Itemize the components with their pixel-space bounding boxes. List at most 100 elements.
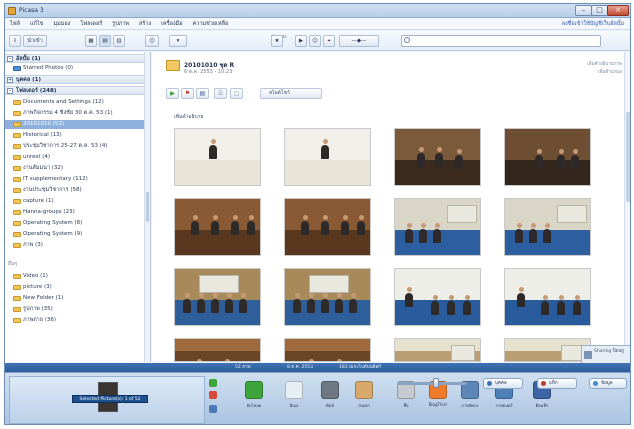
print-button[interactable]: พิมพ์	[317, 381, 343, 409]
import-icon[interactable]: ⇩	[9, 35, 21, 47]
folder-item[interactable]: IT supplementary (112)	[5, 175, 145, 184]
menu-view[interactable]: มุมมอง	[48, 19, 75, 30]
photo-thumbnail[interactable]	[174, 268, 261, 326]
folder-item[interactable]: ภาพถ่าย (36)	[5, 316, 145, 325]
photo-thumbnail[interactable]	[284, 338, 371, 362]
email-button[interactable]: อีเมล	[281, 381, 307, 409]
grid-view-icon[interactable]: ▤	[99, 35, 111, 47]
scrollbar-thumb[interactable]	[146, 192, 149, 222]
photo-thumbnail[interactable]	[504, 198, 591, 256]
slideshow-dropdown[interactable]: สไลด์โชว์	[260, 88, 322, 99]
add-caption-link[interactable]: เพิ่มคำอธิบายภาพ	[587, 60, 622, 67]
info-button[interactable]: ข้อมูล	[589, 378, 627, 389]
photo-thumbnail[interactable]	[504, 128, 591, 186]
menu-tools[interactable]: เครื่องมือ	[156, 19, 187, 30]
export-button[interactable]: ส่งออก	[351, 381, 377, 409]
signin-link[interactable]: ลงชื่อเข้าใช้บัญชีเว็บอัลบั้ม	[562, 19, 624, 30]
sharing-popup[interactable]: Sharing ปิดอยู่	[581, 345, 630, 365]
list-icon[interactable]: ☰	[214, 88, 227, 99]
scrollbar-thumb[interactable]	[626, 112, 630, 202]
folder-list-scrollbar[interactable]	[144, 52, 150, 362]
photo-thumbnail[interactable]	[174, 198, 261, 256]
date-filter-slider[interactable]: —◆—	[339, 35, 379, 47]
collage-button[interactable]: ภาพตัดปะ	[457, 381, 483, 409]
slider-knob[interactable]	[433, 378, 439, 388]
folder-item[interactable]: รูปภาพ (35)	[5, 305, 145, 314]
folder-icon	[13, 318, 21, 323]
expand-icon[interactable]: +	[7, 77, 13, 83]
photo-thumbnail[interactable]	[504, 338, 591, 362]
folder-item[interactable]: ประชุมวิชาการ 25-27 ต.ค. 53 (4)	[5, 142, 145, 151]
photo-scrollbar[interactable]	[624, 52, 630, 362]
photo-thumbnail[interactable]	[174, 128, 261, 186]
minimize-button[interactable]: –	[575, 5, 592, 16]
close-button[interactable]: ×	[607, 5, 629, 16]
folder-item[interactable]: Hanna-groups (23)	[5, 208, 145, 217]
collage-icon[interactable]: ▤	[196, 88, 209, 99]
folder-item[interactable]: picture (3)	[5, 283, 145, 292]
photo-thumbnail[interactable]	[174, 338, 261, 362]
clear-icon[interactable]	[209, 391, 217, 399]
geo-filter-icon[interactable]: ⌖	[323, 35, 335, 47]
menu-folder[interactable]: โฟลเดอร์	[75, 19, 107, 30]
status-date: 8 ต.ค. 2553	[287, 365, 313, 370]
people-group-header[interactable]: + บุคคล (1)	[5, 75, 145, 84]
folder-item-selected[interactable]: 20101010 (52)	[5, 120, 145, 129]
folder-item[interactable]: New Folder (1)	[5, 294, 145, 303]
shop-button[interactable]: ซื้อ	[393, 381, 419, 409]
tray-drop-area[interactable]: Selected Picture(s): 1 of 52	[9, 376, 205, 424]
album-item-starred[interactable]: Starred Photos (0)	[5, 64, 145, 73]
title-bar[interactable]: Picasa 3 – □ ×	[5, 4, 630, 18]
maximize-button[interactable]: □	[591, 5, 608, 16]
flag-icon[interactable]: ⚑	[181, 88, 194, 99]
photo-thumbnail[interactable]	[284, 128, 371, 186]
folder-item[interactable]: ภาพ (3)	[5, 241, 145, 250]
video-filter-icon[interactable]: ▶	[295, 35, 307, 47]
tag-button[interactable]: แท็ก	[537, 378, 577, 389]
frame-icon[interactable]: ▢	[230, 88, 243, 99]
photo-thumbnail[interactable]	[504, 268, 591, 326]
thumbnail-size-slider[interactable]	[397, 382, 467, 385]
star-filter-icon[interactable]: ★	[271, 35, 283, 47]
face-filter-icon[interactable]: ☺	[309, 35, 321, 47]
folder-item[interactable]: Historical (13)	[5, 131, 145, 140]
collapse-icon[interactable]: –	[7, 56, 13, 62]
folder-item[interactable]: Operating System (8)	[5, 219, 145, 228]
folder-item[interactable]: unrest (4)	[5, 153, 145, 162]
albums-group-header[interactable]: – อัลบั้ม (1)	[5, 54, 145, 63]
menu-create[interactable]: สร้าง	[134, 19, 156, 30]
folder-item[interactable]: Operating System (9)	[5, 230, 145, 239]
collapse-icon[interactable]: –	[7, 88, 13, 94]
photo-thumbnail[interactable]	[394, 198, 481, 256]
library-view-icon[interactable]: ▦	[85, 35, 97, 47]
photo-thumbnail[interactable]	[394, 128, 481, 186]
search-input[interactable]	[401, 35, 601, 47]
folder-item[interactable]: ภาพกิจกรรม 4 ชิงชัย 30 ต.ค. 53 (1)	[5, 109, 145, 118]
folder-item[interactable]: งานประชุมวิชาการ (58)	[5, 186, 145, 195]
add-to-album-icon[interactable]	[209, 405, 217, 413]
upload-button[interactable]: อัปโหลด	[241, 381, 267, 409]
tag-view-icon[interactable]: ▥	[113, 35, 125, 47]
people-button[interactable]: บุคคล	[483, 378, 523, 389]
menu-help[interactable]: ความช่วยเหลือ	[188, 19, 234, 30]
photo-thumbnail[interactable]	[284, 198, 371, 256]
menu-picture[interactable]: รูปภาพ	[107, 19, 134, 30]
photo-person	[529, 229, 537, 243]
photo-thumbnail[interactable]	[394, 338, 481, 362]
import-button[interactable]: นำเข้า	[23, 35, 47, 47]
hold-icon[interactable]	[209, 379, 217, 387]
photo-thumbnail[interactable]	[284, 268, 371, 326]
add-place-link[interactable]: เพิ่มตำแหน่ง	[598, 68, 622, 75]
menu-file[interactable]: ไฟล์	[5, 19, 25, 30]
folder-item[interactable]: งานสัมมนา (32)	[5, 164, 145, 173]
section-caption[interactable]: เพิ่มคำอธิบาย	[174, 113, 203, 121]
people-view-icon[interactable]: ☺	[145, 35, 159, 47]
menu-edit[interactable]: แก้ไข	[25, 19, 48, 30]
folder-item[interactable]: Documents and Settings (12)	[5, 98, 145, 107]
folder-item[interactable]: Video (1)	[5, 272, 145, 281]
folder-item[interactable]: capture (1)	[5, 197, 145, 206]
filter-icon[interactable]: ▾	[169, 35, 187, 47]
play-slideshow-icon[interactable]: ▶	[166, 88, 179, 99]
folders-group-header[interactable]: – โฟลเดอร์ (248)	[5, 86, 145, 95]
photo-thumbnail[interactable]	[394, 268, 481, 326]
